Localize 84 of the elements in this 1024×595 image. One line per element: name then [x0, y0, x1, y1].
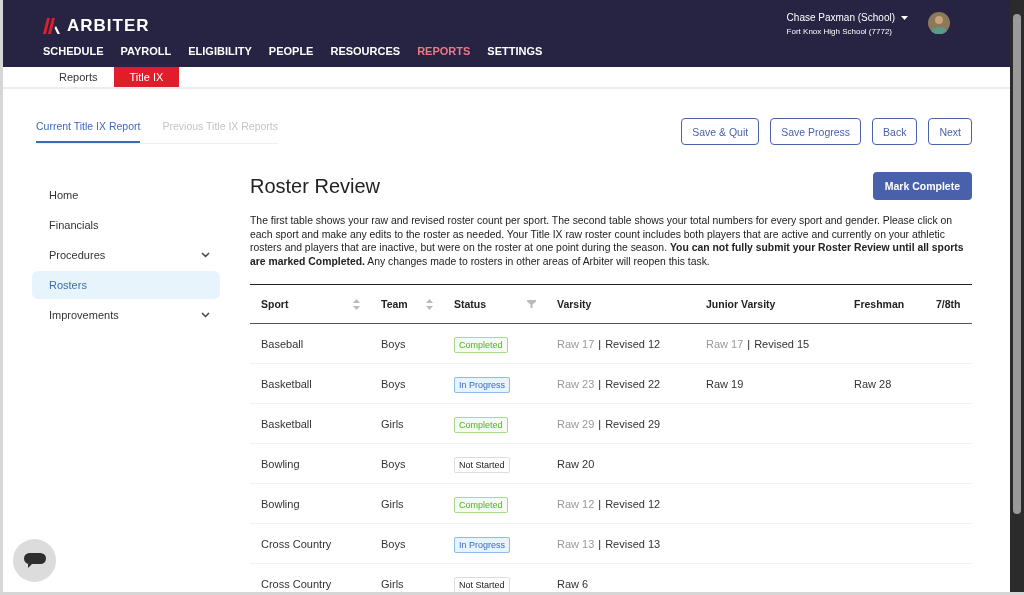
team-name: Boys: [381, 337, 406, 350]
raw-count: Raw 12: [557, 497, 595, 510]
status-badge: Completed: [454, 336, 508, 353]
action-button[interactable]: Save & Quit: [681, 118, 760, 145]
raw-count: Raw 6: [557, 577, 589, 590]
sport-name[interactable]: Bowling: [261, 497, 300, 510]
revised-count: Revised 12: [605, 337, 661, 350]
team-name: Girls: [381, 417, 404, 430]
team-name: Boys: [381, 377, 406, 390]
mark-complete-button[interactable]: Mark Complete: [872, 172, 972, 200]
raw-count: Raw 20: [557, 457, 595, 470]
sort-icon[interactable]: [426, 298, 433, 310]
brand-name: ARBITER: [67, 16, 150, 36]
team-name: Girls: [381, 577, 404, 590]
school-name: Fort Knox High School (7772): [786, 27, 893, 36]
revised-count: Revised 29: [605, 417, 661, 430]
nav-item[interactable]: ELIGIBILITY: [188, 45, 252, 57]
status-badge: Not Started: [454, 576, 510, 592]
team-name: Boys: [381, 457, 406, 470]
avatar[interactable]: [928, 12, 950, 34]
status-badge: Not Started: [454, 456, 510, 473]
column-header: Freshman: [854, 298, 905, 311]
status-badge: In Progress: [454, 376, 511, 393]
logo-icon: [43, 18, 61, 34]
nav-item[interactable]: RESOURCES: [330, 45, 401, 57]
user-menu[interactable]: Chase Paxman (School): [786, 12, 908, 23]
sport-name[interactable]: Basketball: [261, 377, 312, 390]
revised-count: Revised 13: [605, 537, 661, 550]
scrollbar-thumb[interactable]: [1013, 14, 1021, 514]
sidebar-item[interactable]: Home: [32, 181, 220, 209]
separator: |: [598, 377, 602, 390]
status-badge: In Progress: [454, 536, 511, 553]
report-tab[interactable]: Current Title IX Report: [36, 118, 141, 143]
raw-count: Raw 23: [557, 377, 595, 390]
caret-icon: [901, 15, 908, 20]
sport-name[interactable]: Cross Country: [261, 537, 332, 550]
page-title: Roster Review: [250, 174, 381, 198]
column-header: Status: [454, 298, 487, 311]
column-header: Team: [381, 298, 408, 311]
sport-name[interactable]: Cross Country: [261, 577, 332, 590]
chat-icon: [23, 552, 46, 569]
raw-count: Raw 17: [706, 337, 744, 350]
sport-name[interactable]: Bowling: [261, 457, 300, 470]
column-header: Junior Varsity: [706, 298, 776, 311]
raw-count: Raw 13: [557, 537, 595, 550]
revised-count: Revised 12: [605, 497, 661, 510]
sort-icon[interactable]: [353, 298, 360, 310]
status-badge: Completed: [454, 496, 508, 513]
raw-count: Raw 19: [706, 377, 744, 390]
nav-item[interactable]: PAYROLL: [120, 45, 172, 57]
nav-item[interactable]: PEOPLE: [268, 45, 314, 57]
description: The first table shows your raw and revised roster count per sport. The second table shows your total numbers for every sport and gender. Please click on each sport and make any edits to the roster as needed. Your Title IX raw roster count includes both players that are active and currently on your athletic rosters and players that are inactive, but were on the roster at one point during the season. You can not fully submit your Roster Review until all sports are marked Completed. Any changes made to rosters in other areas of Arbiter will reopen this task.: [250, 214, 965, 269]
chat-button[interactable]: [13, 539, 56, 582]
action-button[interactable]: Save Progress: [770, 118, 862, 145]
raw-count: Raw 29: [557, 417, 595, 430]
sidebar-item[interactable]: Financials: [32, 211, 220, 239]
sport-name[interactable]: Basketball: [261, 417, 312, 430]
separator: |: [598, 537, 602, 550]
raw-count: Raw 17: [557, 337, 595, 350]
sidebar-item[interactable]: Rosters: [32, 271, 220, 299]
raw-count: Raw 28: [854, 377, 892, 390]
separator: |: [598, 337, 602, 350]
action-button[interactable]: Back: [872, 118, 918, 145]
separator: |: [598, 497, 602, 510]
sport-name[interactable]: Baseball: [261, 337, 304, 350]
team-name: Boys: [381, 537, 406, 550]
separator: |: [598, 417, 602, 430]
revised-count: Revised 15: [754, 337, 810, 350]
sidebar-item[interactable]: Improvements: [32, 301, 220, 329]
nav-item[interactable]: SCHEDULE: [43, 45, 104, 57]
sidebar-item[interactable]: Procedures: [32, 241, 220, 269]
column-header: 7/8th: [936, 298, 961, 311]
team-name: Girls: [381, 497, 404, 510]
separator: |: [747, 337, 751, 350]
subnav-tab[interactable]: Reports: [43, 67, 114, 87]
nav-item[interactable]: REPORTS: [417, 45, 471, 57]
subnav-tab[interactable]: Title IX: [113, 67, 180, 87]
revised-count: Revised 22: [605, 377, 661, 390]
column-header: Sport: [261, 298, 289, 311]
column-header: Varsity: [557, 298, 592, 311]
status-badge: Completed: [454, 416, 508, 433]
nav-item[interactable]: SETTINGS: [487, 45, 543, 57]
action-button[interactable]: Next: [928, 118, 972, 145]
filter-icon[interactable]: [527, 300, 536, 309]
